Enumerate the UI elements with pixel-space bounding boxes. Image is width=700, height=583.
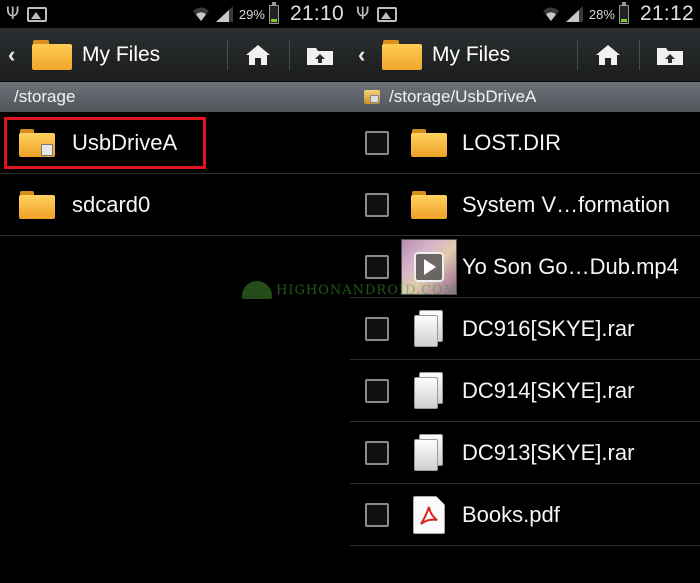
app-title[interactable]: My Files: [82, 43, 160, 67]
clock: 21:10: [289, 2, 344, 25]
list-item[interactable]: sdcard0: [0, 174, 350, 236]
acrobat-logo-icon: [420, 506, 438, 525]
signal-strength-icon: [565, 6, 583, 22]
item-checkbox[interactable]: [365, 316, 389, 341]
path-bar: /storage: [0, 82, 350, 112]
current-path: /storage: [14, 87, 76, 106]
action-bar: ‹ My Files: [350, 28, 700, 82]
list-item[interactable]: Books.pdf: [350, 484, 700, 546]
current-path: /storage/UsbDriveA: [389, 87, 537, 106]
battery-percent: 28%: [588, 6, 615, 22]
file-icon: [414, 309, 444, 348]
list-item[interactable]: DC913[SKYE].rar: [350, 422, 700, 484]
item-checkbox[interactable]: [365, 130, 389, 155]
folder-icon: [411, 190, 447, 219]
item-checkbox[interactable]: [365, 440, 389, 465]
signal-strength-icon: [215, 6, 233, 22]
folder-icon: [411, 128, 447, 157]
right-screen: Ψ 28% 21:12 ‹ My Files /storage/UsbDrive…: [350, 0, 700, 583]
list-item[interactable]: UsbDriveA: [0, 112, 350, 174]
item-checkbox[interactable]: [365, 254, 389, 279]
item-label: Books.pdf: [462, 501, 560, 527]
list-item[interactable]: LOST.DIR: [350, 112, 700, 174]
item-label: DC913[SKYE].rar: [462, 439, 635, 465]
status-bar: Ψ 28% 21:12: [350, 0, 700, 28]
usb-folder-icon: [19, 128, 55, 157]
home-button[interactable]: [228, 28, 288, 82]
item-label: LOST.DIR: [462, 129, 562, 155]
folder-up-icon: [657, 48, 683, 65]
image-notification-icon: [27, 6, 48, 22]
home-icon: [246, 45, 270, 65]
up-folder-button[interactable]: [640, 28, 700, 82]
my-files-app-icon[interactable]: [382, 39, 422, 70]
home-button[interactable]: [578, 28, 638, 82]
battery-icon: [618, 1, 629, 24]
list-item[interactable]: System V…formation: [350, 174, 700, 236]
list-item[interactable]: DC914[SKYE].rar: [350, 360, 700, 422]
item-label: DC914[SKYE].rar: [462, 377, 635, 403]
clock: 21:12: [639, 2, 694, 25]
wifi-icon: [192, 7, 209, 21]
item-label: DC916[SKYE].rar: [462, 315, 635, 341]
item-label: System V…formation: [462, 191, 670, 217]
battery-percent: 29%: [238, 6, 265, 22]
pdf-icon: [413, 495, 445, 534]
usb-icon: Ψ: [6, 3, 20, 24]
left-screen: Ψ 29% 21:10 ‹ My Files /storage UsbDrive…: [0, 0, 350, 583]
list-item[interactable]: Yo Son Go…Dub.mp4: [350, 236, 700, 298]
back-chevron-icon[interactable]: ‹: [358, 42, 380, 68]
up-folder-button[interactable]: [290, 28, 350, 82]
battery-icon: [268, 1, 279, 24]
file-icon: [414, 433, 444, 472]
home-icon: [596, 45, 620, 65]
usb-icon: Ψ: [356, 3, 370, 24]
path-bar: /storage/UsbDriveA: [350, 82, 700, 112]
folder-up-icon: [307, 48, 333, 65]
my-files-app-icon[interactable]: [32, 39, 72, 70]
wifi-icon: [542, 7, 559, 21]
file-icon: [414, 371, 444, 410]
item-label: Yo Son Go…Dub.mp4: [462, 253, 679, 279]
item-label: sdcard0: [72, 191, 151, 217]
item-checkbox[interactable]: [365, 192, 389, 217]
folder-icon: [19, 190, 55, 219]
back-chevron-icon[interactable]: ‹: [8, 42, 30, 68]
play-icon: [414, 251, 444, 282]
status-bar: Ψ 29% 21:10: [0, 0, 350, 28]
image-notification-icon: [377, 6, 398, 22]
app-title[interactable]: My Files: [432, 43, 510, 67]
video-thumbnail: [401, 238, 457, 295]
item-checkbox[interactable]: [365, 378, 389, 403]
item-label: UsbDriveA: [72, 129, 178, 155]
action-bar: ‹ My Files: [0, 28, 350, 82]
list-item[interactable]: DC916[SKYE].rar: [350, 298, 700, 360]
usb-drive-icon: [364, 90, 380, 104]
item-checkbox[interactable]: [365, 502, 389, 527]
